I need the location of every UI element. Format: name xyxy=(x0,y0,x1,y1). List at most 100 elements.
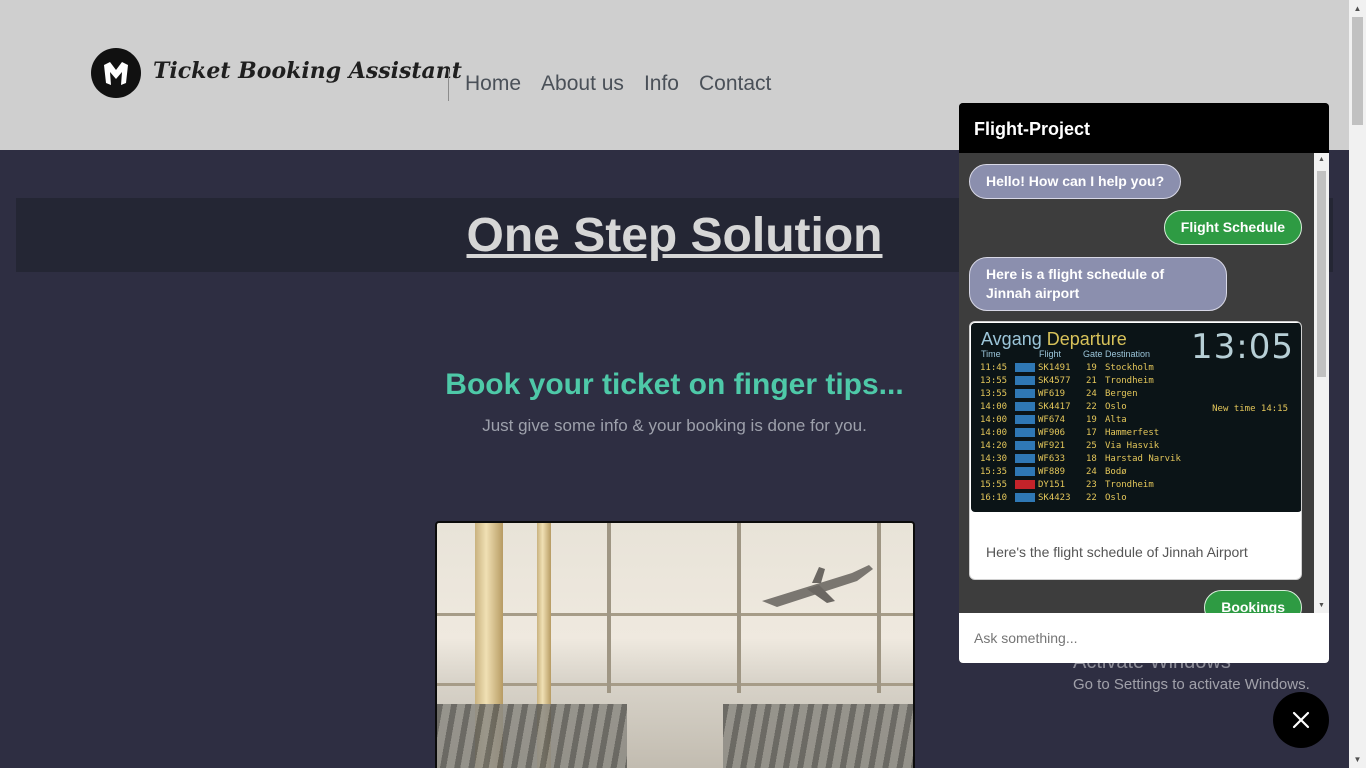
board-row-destination: Hammerfest xyxy=(1105,428,1160,438)
chat-title: Flight-Project xyxy=(959,103,1329,153)
board-row-flight: WF889 xyxy=(1038,467,1066,477)
window-rail xyxy=(437,683,913,686)
window-rail xyxy=(437,613,913,616)
board-row-gate: 24 xyxy=(1086,467,1097,477)
board-columns: Time Flight Gate Destination xyxy=(981,349,1150,359)
board-row-flight: WF906 xyxy=(1038,428,1066,438)
airline-logo-icon xyxy=(1015,428,1035,437)
board-note: New time 14:15 xyxy=(1212,404,1288,414)
window-mullion xyxy=(607,523,611,693)
airline-logo-icon xyxy=(1015,467,1035,476)
airplane-icon xyxy=(762,565,873,607)
board-row: 11:45 SK1491 19 Stockholm xyxy=(980,362,1154,374)
board-row-gate: 18 xyxy=(1086,454,1097,464)
user-message: Bookings xyxy=(1204,590,1302,613)
airline-logo-icon xyxy=(1015,363,1035,372)
board-row-time: 16:10 xyxy=(980,493,1008,503)
card-caption: Here's the flight schedule of Jinnah Air… xyxy=(986,544,1248,560)
main-nav: Home About us Info Contact xyxy=(465,72,771,96)
board-row: 14:20 WF921 25 Via Hasvik xyxy=(980,440,1159,452)
chat-scroll-up-icon[interactable]: ▲ xyxy=(1314,153,1329,167)
board-label-no: Avgang xyxy=(981,329,1042,349)
board-row: 14:00 WF906 17 Hammerfest xyxy=(980,427,1159,439)
board-label-en: Departure xyxy=(1046,329,1127,349)
board-row-gate: 24 xyxy=(1086,389,1097,399)
airline-logo-icon xyxy=(1015,454,1035,463)
board-row-time: 13:55 xyxy=(980,389,1008,399)
board-row-gate: 22 xyxy=(1086,402,1097,412)
board-col-gate-dest: Gate Destination xyxy=(1083,349,1151,359)
airport-photo xyxy=(435,521,915,768)
windows-activation-watermark: Activate Windows Go to Settings to activ… xyxy=(1073,651,1310,693)
board-row-time: 14:00 xyxy=(980,415,1008,425)
board-row-gate: 21 xyxy=(1086,376,1097,386)
board-row-flight: SK4577 xyxy=(1038,376,1071,386)
user-message: Flight Schedule xyxy=(1163,210,1302,245)
board-row-flight: DY151 xyxy=(1038,480,1066,490)
nav-home[interactable]: Home xyxy=(465,72,521,96)
airline-logo-icon xyxy=(1015,389,1035,398)
nav-about-us[interactable]: About us xyxy=(541,72,624,96)
board-row-gate: 19 xyxy=(1086,415,1097,425)
board-row-flight: SK4423 xyxy=(1038,493,1071,503)
board-row-flight: WF921 xyxy=(1038,441,1066,451)
window-mullion xyxy=(877,523,881,693)
board-row-destination: Trondheim xyxy=(1105,376,1154,386)
waiting-seats xyxy=(723,704,913,768)
airline-logo-icon xyxy=(1015,376,1035,385)
board-row-destination: Bodø xyxy=(1105,467,1127,477)
board-row: 15:35 WF889 24 Bodø xyxy=(980,466,1127,478)
board-row-time: 14:00 xyxy=(980,428,1008,438)
watermark-line2: Go to Settings to activate Windows. xyxy=(1073,676,1310,693)
board-row-time: 13:55 xyxy=(980,376,1008,386)
scroll-up-arrow-icon[interactable]: ▲ xyxy=(1349,0,1366,17)
page-scrollbar-thumb[interactable] xyxy=(1352,17,1363,125)
flight-schedule-card: Avgang Departure 13:05 Time Flight Gate De… xyxy=(969,321,1302,580)
board-row: 14:00 SK4417 22 Oslo xyxy=(980,401,1127,413)
chat-messages: Hello! How can I help you? Flight Schedu… xyxy=(959,153,1329,613)
board-row-time: 15:55 xyxy=(980,480,1008,490)
nav-contact[interactable]: Contact xyxy=(699,72,771,96)
page-scrollbar[interactable]: ▲ ▼ xyxy=(1349,0,1366,768)
board-row: 13:55 WF619 24 Bergen xyxy=(980,388,1138,400)
board-row-destination: Harstad Narvik xyxy=(1105,454,1181,464)
board-row-destination: Trondheim xyxy=(1105,480,1154,490)
board-row-destination: Stockholm xyxy=(1105,363,1154,373)
board-row: 15:55 DY151 23 Trondheim xyxy=(980,479,1154,491)
brand-name[interactable]: Ticket Booking Assistant xyxy=(153,58,462,84)
board-row-flight: SK4417 xyxy=(1038,402,1071,412)
chat-scroll-down-icon[interactable]: ▼ xyxy=(1314,599,1329,613)
board-row-destination: Bergen xyxy=(1105,389,1138,399)
bot-message: Here is a flight schedule of Jinnah airp… xyxy=(969,257,1227,311)
airline-logo-icon xyxy=(1015,415,1035,424)
scroll-down-arrow-icon[interactable]: ▼ xyxy=(1349,751,1366,768)
chat-close-button[interactable] xyxy=(1273,692,1329,748)
board-row-destination: Via Hasvik xyxy=(1105,441,1160,451)
brand-logo-icon[interactable] xyxy=(91,48,141,98)
watermark-line1: Activate Windows xyxy=(1073,651,1231,673)
chat-widget: Flight-Project Hello! How can I help you… xyxy=(959,103,1329,663)
board-row-time: 14:30 xyxy=(980,454,1008,464)
nav-info[interactable]: Info xyxy=(644,72,679,96)
board-row: 16:10 SK4423 22 Oslo xyxy=(980,492,1127,504)
window-mullion xyxy=(737,523,741,693)
board-col-flight: Flight xyxy=(1039,349,1062,359)
board-col-time: Time xyxy=(981,349,1001,359)
airline-logo-icon xyxy=(1015,493,1035,502)
board-row-gate: 22 xyxy=(1086,493,1097,503)
chat-scrollbar[interactable]: ▲ ▼ xyxy=(1314,153,1329,613)
board-row-time: 11:45 xyxy=(980,363,1008,373)
airline-logo-icon xyxy=(1015,441,1035,450)
airline-logo-icon xyxy=(1015,402,1035,411)
board-heading: Avgang Departure xyxy=(981,329,1127,350)
board-row-destination: Oslo xyxy=(1105,493,1127,503)
board-row-destination: Alta xyxy=(1105,415,1127,425)
board-row-gate: 23 xyxy=(1086,480,1097,490)
board-clock: 13:05 xyxy=(1191,327,1294,367)
close-icon xyxy=(1292,711,1310,729)
board-row: 13:55 SK4577 21 Trondheim xyxy=(980,375,1154,387)
board-row-flight: WF633 xyxy=(1038,454,1066,464)
chat-scrollbar-thumb[interactable] xyxy=(1317,171,1326,377)
board-row-destination: Oslo xyxy=(1105,402,1127,412)
board-row-flight: WF619 xyxy=(1038,389,1066,399)
